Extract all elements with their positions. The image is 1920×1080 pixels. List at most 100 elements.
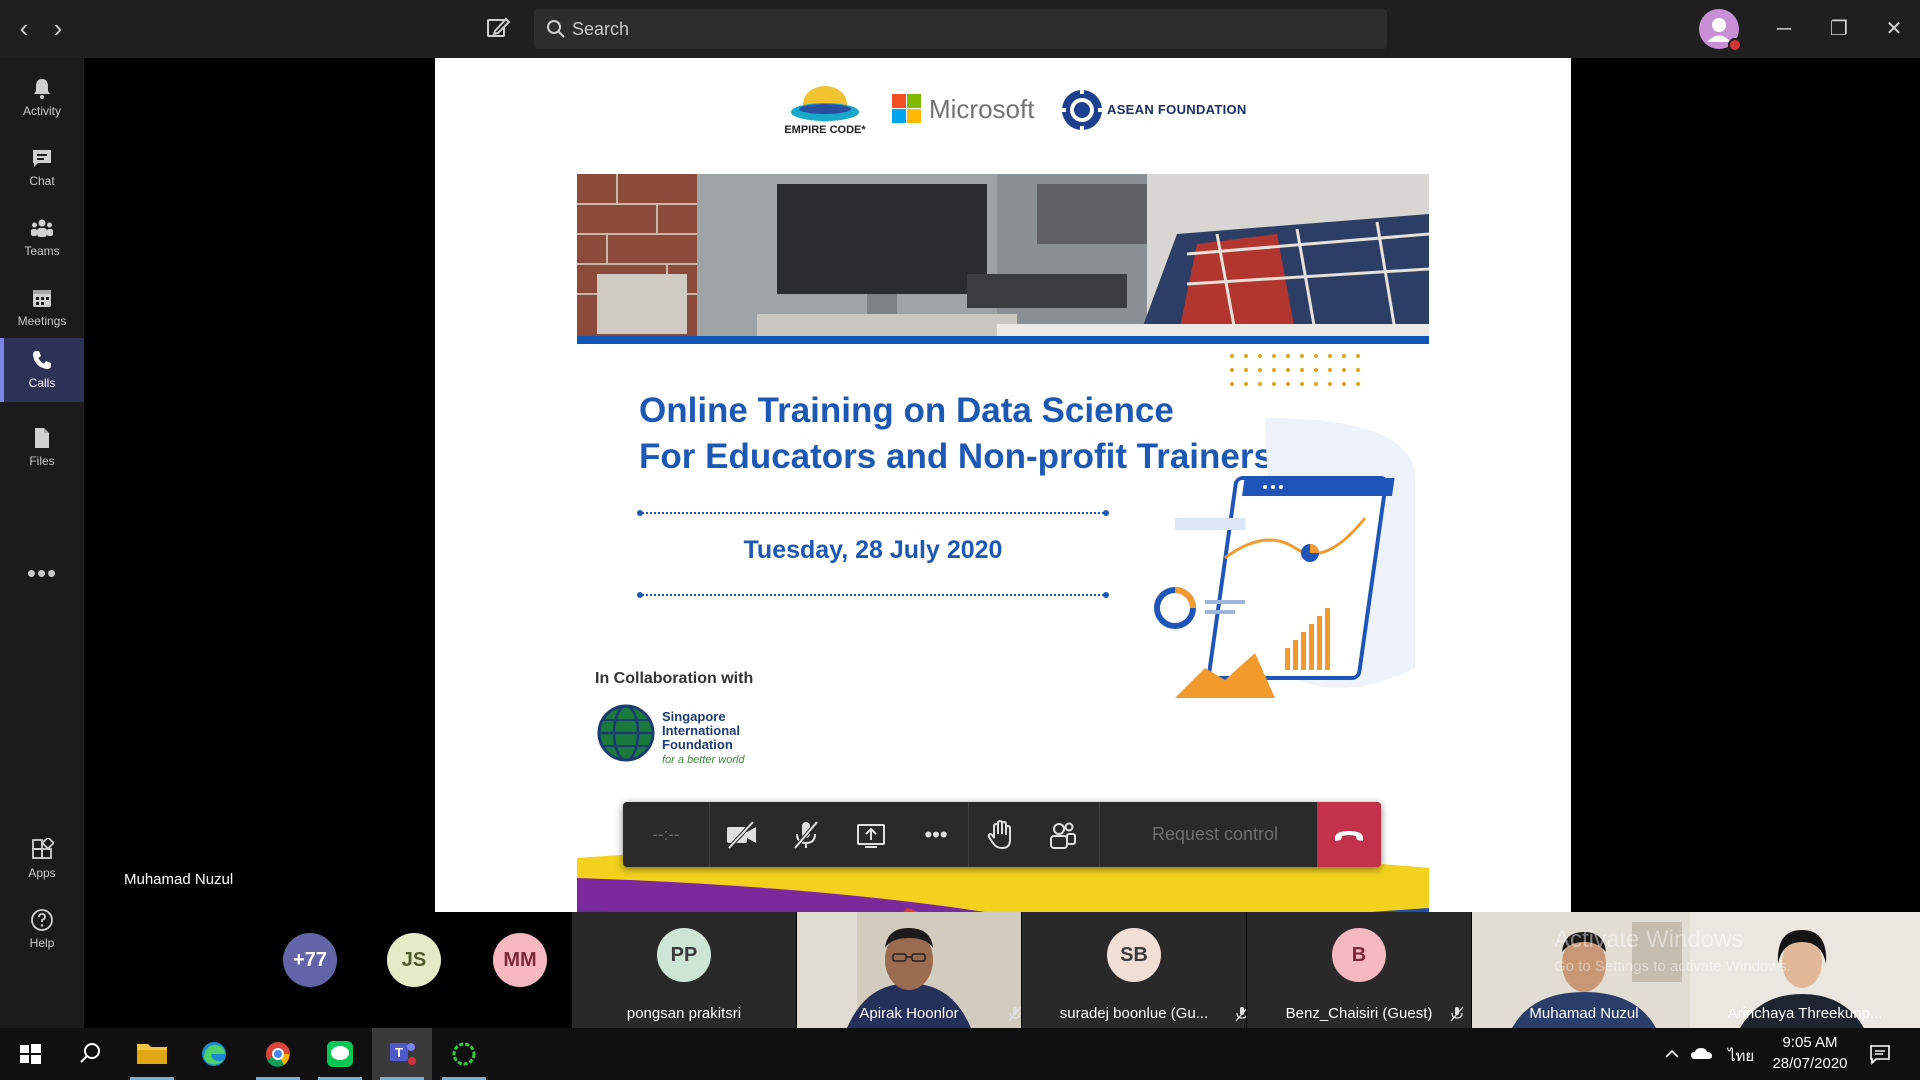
active-indicator: [0, 338, 4, 402]
mic-off-button[interactable]: [783, 812, 829, 858]
meeting-controls: --:-- ••• Request control: [623, 802, 1381, 867]
more-apps-button[interactable]: •••: [24, 558, 60, 589]
rail-item-apps[interactable]: Apps: [0, 828, 84, 892]
input-language-indicator[interactable]: ไทย: [1728, 1044, 1754, 1068]
mic-muted-icon: [1235, 1007, 1246, 1022]
participant-name: Arinchaya Threekunp...: [1727, 1005, 1883, 1022]
rail-item-chat[interactable]: Chat: [0, 136, 84, 200]
profile-avatar[interactable]: [1699, 9, 1742, 52]
clock-time[interactable]: 9:05 AM: [1770, 1034, 1850, 1051]
dotted-divider-bottom: [637, 592, 1109, 598]
workspace-photo: [577, 174, 1429, 342]
rail-label: Help: [29, 936, 55, 950]
presenter-name-label: Muhamad Nuzul: [124, 871, 234, 888]
tray-chevron-up-icon[interactable]: [1662, 1044, 1682, 1064]
minimize-button[interactable]: ─: [1764, 12, 1804, 46]
request-control-button[interactable]: Request control: [1101, 802, 1329, 867]
mic-off-icon: [793, 820, 819, 850]
participant-bubble[interactable]: MM: [493, 933, 547, 987]
app-rail: Activity Chat Teams Meetings Calls Files…: [0, 58, 84, 1078]
taskbar-edge[interactable]: [184, 1028, 244, 1080]
search-input[interactable]: Search: [534, 9, 1387, 49]
participant-tile[interactable]: SB suradej boonlue (Gu...: [1022, 912, 1246, 1028]
participant-avatar: PP: [657, 928, 711, 982]
rail-item-activity[interactable]: Activity: [0, 66, 84, 130]
title-bar: ‹ › Search ─ ❐ ✕: [0, 0, 1920, 58]
raise-hand-button[interactable]: [977, 812, 1023, 858]
line-app-icon: [327, 1041, 353, 1067]
asean-foundation-logo: [1060, 88, 1104, 132]
phone-icon: [33, 351, 51, 369]
sif-name: Singapore International Foundation: [662, 710, 740, 752]
clock-date[interactable]: 28/07/2020: [1770, 1055, 1850, 1072]
more-actions-button[interactable]: •••: [913, 812, 959, 858]
sif-globe-logo: [597, 704, 655, 762]
dotted-divider-top: [637, 510, 1109, 516]
participant-bubble[interactable]: JS: [387, 933, 441, 987]
sif-line-3: Foundation: [662, 737, 733, 752]
close-button[interactable]: ✕: [1874, 12, 1914, 46]
taskbar-teams[interactable]: T: [372, 1028, 432, 1080]
edge-icon: [202, 1042, 226, 1066]
restore-button[interactable]: ❐: [1819, 12, 1859, 46]
notifications-icon[interactable]: [1868, 1042, 1892, 1066]
participant-name: Apirak Hoonlor: [859, 1005, 959, 1022]
slide-date: Tuesday, 28 July 2020: [743, 536, 1003, 564]
rail-label: Files: [29, 454, 55, 468]
back-button[interactable]: ‹: [12, 14, 36, 42]
sif-tagline: for a better world: [662, 754, 745, 766]
new-chat-icon[interactable]: [484, 14, 512, 42]
taskbar-loading-app[interactable]: [434, 1028, 494, 1080]
participants-button[interactable]: [1039, 812, 1085, 858]
raise-hand-icon: [987, 819, 1011, 850]
participant-tile[interactable]: B Benz_Chaisiri (Guest): [1247, 912, 1471, 1028]
taskbar-file-explorer[interactable]: [122, 1028, 182, 1080]
hang-up-button[interactable]: [1317, 802, 1381, 867]
rail-item-meetings[interactable]: Meetings: [0, 276, 84, 340]
asean-foundation-text: ASEAN FOUNDATION: [1107, 102, 1247, 117]
shared-slide: EMPIRE CODE* Microsoft ASEAN FOUNDATION: [435, 58, 1571, 912]
search-icon: [80, 1043, 100, 1063]
microsoft-text: Microsoft: [929, 94, 1035, 124]
activate-windows-title: Activate Windows: [1554, 926, 1744, 953]
share-screen-button[interactable]: [848, 812, 894, 858]
teams-app-icon: T: [390, 1043, 416, 1065]
rail-item-help[interactable]: Help: [0, 898, 84, 962]
separator: [709, 802, 710, 867]
file-icon: [35, 428, 49, 448]
calendar-icon: [33, 290, 51, 307]
photo-underline: [577, 336, 1429, 344]
onedrive-cloud-icon[interactable]: [1690, 1044, 1714, 1064]
participant-video-tile[interactable]: Apirak Hoonlor: [797, 912, 1021, 1028]
taskbar-chrome[interactable]: [248, 1028, 308, 1080]
participant-tile[interactable]: PP pongsan prakitsri: [572, 912, 796, 1028]
participant-strip: +77 JS MM PP pongsan prakitsri Apirak Ho…: [84, 912, 1920, 1028]
participant-name: Benz_Chaisiri (Guest): [1285, 1005, 1433, 1022]
rail-item-teams[interactable]: Teams: [0, 206, 84, 270]
sif-line-1: Singapore: [662, 709, 726, 724]
rail-item-files[interactable]: Files: [0, 416, 84, 480]
taskbar-line[interactable]: [310, 1028, 370, 1080]
status-busy-badge: [1728, 38, 1742, 52]
camera-off-icon: [727, 820, 756, 850]
camera-off-button[interactable]: [719, 812, 765, 858]
rail-label: Chat: [29, 174, 55, 188]
participant-name: suradej boonlue (Gu...: [1059, 1005, 1209, 1022]
folder-icon: [137, 1044, 167, 1064]
activate-windows-hint: Go to Settings to activate Windows.: [1554, 958, 1791, 975]
loading-ring-icon: [452, 1042, 476, 1066]
rail-item-calls[interactable]: Calls: [0, 338, 84, 402]
taskbar-search-button[interactable]: [60, 1028, 120, 1080]
rail-label: Apps: [28, 866, 56, 880]
windows-taskbar: T ไทย 9:05 AM 28/07/2020: [0, 1028, 1920, 1080]
separator: [968, 802, 969, 867]
forward-button[interactable]: ›: [46, 14, 70, 42]
rail-label: Teams: [24, 244, 60, 258]
help-icon: [31, 909, 53, 931]
participant-avatar: SB: [1107, 928, 1161, 982]
participants-icon: [1050, 822, 1076, 849]
overflow-participants-button[interactable]: +77: [283, 933, 337, 987]
participant-name: Muhamad Nuzul: [1529, 1005, 1639, 1022]
start-button[interactable]: [0, 1028, 60, 1080]
participant-name: pongsan prakitsri: [626, 1005, 742, 1022]
